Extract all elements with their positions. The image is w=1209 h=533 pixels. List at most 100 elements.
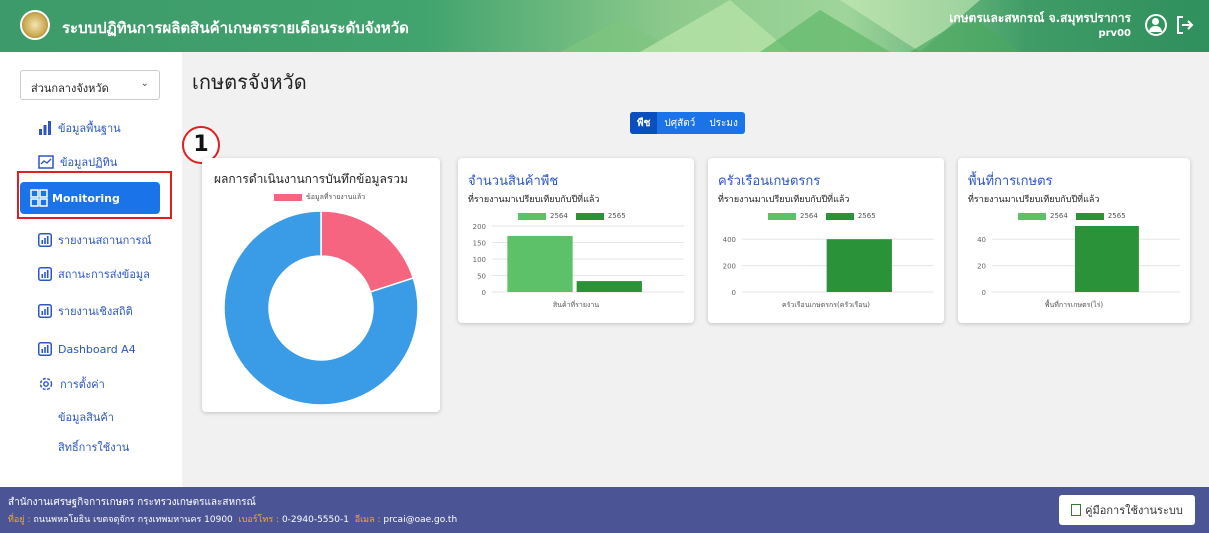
legend-label: 2564 [1050, 212, 1068, 220]
calendar-chart-icon [38, 155, 54, 169]
y-tick-label: 0 [982, 289, 986, 297]
user-manual-button[interactable]: คู่มือการใช้งานระบบ [1059, 495, 1195, 525]
card-subtitle: ที่รายงานมาเปรียบเทียบกับปีที่แล้ว [468, 195, 600, 205]
user-organization: เกษตรและสหกรณ์ จ.สมุทรปราการ [949, 11, 1131, 25]
x-axis-label: พื้นที่การเกษตร(ไร่) [1044, 301, 1104, 309]
y-tick-label: 150 [473, 240, 486, 248]
sidebar-item-label: สถานะการส่งข้อมูล [58, 268, 150, 281]
government-seal-logo [20, 10, 50, 40]
card-title: จำนวนสินค้าพืช [468, 174, 559, 189]
card-title: ผลการดำเนินงานการบันทึกข้อมูลรวม [214, 172, 408, 186]
sidebar-item-basic-data[interactable]: ข้อมูลพื้นฐาน [38, 116, 121, 140]
bar-2565 [576, 281, 642, 292]
bar-2564 [507, 235, 573, 292]
y-tick-label: 200 [723, 263, 736, 271]
sidebar-item-label: ข้อมูลปฏิทิน [60, 156, 118, 169]
legend-swatch [518, 212, 546, 220]
bar-2565 [826, 239, 892, 292]
donut-slice [320, 210, 415, 293]
app-title: ระบบปฏิทินการผลิตสินค้าเกษตรรายเดือนระดั… [62, 19, 409, 37]
y-tick-label: 40 [977, 236, 986, 244]
legend-label: 2565 [607, 212, 626, 220]
sidebar-subitem-permissions[interactable]: สิทธิ์การใช้งาน [58, 438, 129, 456]
user-manual-label: คู่มือการใช้งานระบบ [1085, 504, 1183, 517]
agricultural-area-card: พื้นที่การเกษตร ที่รายงานมาเปรียบเทียบกั… [958, 158, 1190, 323]
address-value: ถนนพหลโยธิน เขตจตุจักร กรุงเทพมหานคร 109… [33, 515, 233, 525]
chart-legend: 2564 2565 [1018, 212, 1126, 220]
page-title: เกษตรจังหวัด [192, 70, 307, 94]
sidebar-item-situation-report[interactable]: รายงานสถานการณ์ [38, 228, 152, 252]
chevron-down-icon: ⌄ [140, 78, 149, 89]
report-icon [38, 342, 52, 356]
gear-icon [39, 377, 53, 391]
sidebar-item-label: รายงานเชิงสถิติ [58, 305, 133, 318]
sidebar-item-statistical-report[interactable]: รายงานเชิงสถิติ [38, 299, 133, 323]
crops-count-card: จำนวนสินค้าพืช ที่รายงานมาเปรียบเทียบกับ… [458, 158, 694, 323]
legend-swatch [768, 212, 796, 220]
sidebar: ส่วนกลางจังหวัด ⌄ ข้อมูลพื้นฐาน ข้อมูลปฏ… [0, 52, 182, 487]
email-value: prcai@oae.go.th [383, 515, 458, 525]
legend-label: 2564 [800, 212, 818, 220]
footer: สำนักงานเศรษฐกิจการเกษตร กระทรวงเกษตรและ… [0, 487, 1209, 533]
y-tick-label: 0 [482, 289, 486, 297]
tab-fishery[interactable]: ประมง [702, 112, 745, 134]
legend-label: 2565 [1107, 212, 1126, 220]
report-icon [38, 233, 52, 247]
phone-label: เบอร์โทร : [238, 515, 280, 525]
sidebar-item-settings[interactable]: การตั้งค่า [38, 372, 105, 396]
legend-label: 2564 [550, 212, 568, 220]
y-tick-label: 0 [732, 289, 736, 297]
sidebar-item-label: รายงานสถานการณ์ [58, 234, 152, 247]
x-axis-label: ครัวเรือนเกษตรกร(ครัวเรือน) [781, 301, 871, 309]
report-icon [38, 267, 52, 281]
y-tick-label: 100 [473, 256, 486, 264]
chart-legend: 2564 2565 [768, 212, 876, 220]
sidebar-item-label: การตั้งค่า [60, 378, 105, 391]
phone-value: 0-2940-5550-1 [281, 515, 349, 525]
card-subtitle: ที่รายงานมาเปรียบเทียบกับปีที่แล้ว [718, 195, 850, 205]
legend-swatch [825, 212, 854, 220]
y-tick-label: 20 [977, 263, 986, 271]
download-document-icon [1071, 504, 1082, 516]
y-tick-label: 50 [477, 273, 486, 281]
region-select[interactable]: ส่วนกลางจังหวัด ⌄ [20, 70, 160, 100]
bar-2565 [1074, 226, 1139, 292]
highlight-box [17, 171, 172, 219]
category-tabs: พืช ปศุสัตว์ ประมง [630, 112, 745, 134]
sidebar-subitem-product-data[interactable]: ข้อมูลสินค้า [58, 408, 114, 426]
card-subtitle: ที่รายงานมาเปรียบเทียบกับปีที่แล้ว [968, 195, 1100, 205]
sidebar-item-label: ข้อมูลพื้นฐาน [58, 122, 121, 135]
legend-swatch [1018, 212, 1046, 220]
bar-chart-icon [39, 121, 51, 135]
footer-organization: สำนักงานเศรษฐกิจการเกษตร กระทรวงเกษตรและ… [8, 497, 256, 508]
region-select-value: ส่วนกลางจังหวัด [31, 82, 109, 95]
top-header: ระบบปฏิทินการผลิตสินค้าเกษตรรายเดือนระดั… [0, 0, 1209, 52]
chart-legend: 2564 2565 [518, 212, 626, 220]
email-label: อีเมล : [354, 515, 381, 525]
sidebar-item-submission-status[interactable]: สถานะการส่งข้อมูล [38, 262, 150, 286]
donut-chart [223, 210, 419, 406]
tab-crops[interactable]: พืช [630, 112, 658, 134]
sidebar-item-dashboard-a4[interactable]: Dashboard A4 [38, 337, 136, 361]
card-title: พื้นที่การเกษตร [968, 174, 1053, 189]
tab-livestock[interactable]: ปศุสัตว์ [657, 112, 702, 134]
legend-label: ข้อมูลที่รายงานแล้ว [306, 193, 366, 201]
legend-swatch [1075, 212, 1104, 220]
y-tick-label: 400 [723, 236, 736, 244]
legend-label: 2565 [857, 212, 876, 220]
report-icon [38, 304, 52, 318]
footer-contact: ที่อยู่ : ถนนพหลโยธิน เขตจตุจักร กรุงเทพ… [8, 512, 457, 526]
legend-swatch [575, 212, 604, 220]
legend-swatch [274, 194, 302, 201]
donut-legend: ข้อมูลที่รายงานแล้ว [274, 192, 365, 203]
user-profile-icon[interactable] [1145, 14, 1167, 36]
address-label: ที่อยู่ : [8, 515, 31, 525]
y-tick-label: 200 [473, 224, 486, 231]
card-title: ครัวเรือนเกษตรกร [718, 174, 821, 189]
overall-progress-card: ผลการดำเนินงานการบันทึกข้อมูลรวม ข้อมูลท… [202, 158, 440, 412]
sidebar-item-label: Dashboard A4 [58, 342, 136, 356]
farmer-households-card: ครัวเรือนเกษตรกร ที่รายงานมาเปรียบเทียบก… [708, 158, 944, 323]
user-id: prv00 [1098, 28, 1131, 39]
logout-icon[interactable] [1175, 14, 1195, 36]
x-axis-label: สินค้าที่รายงาน [552, 301, 600, 309]
